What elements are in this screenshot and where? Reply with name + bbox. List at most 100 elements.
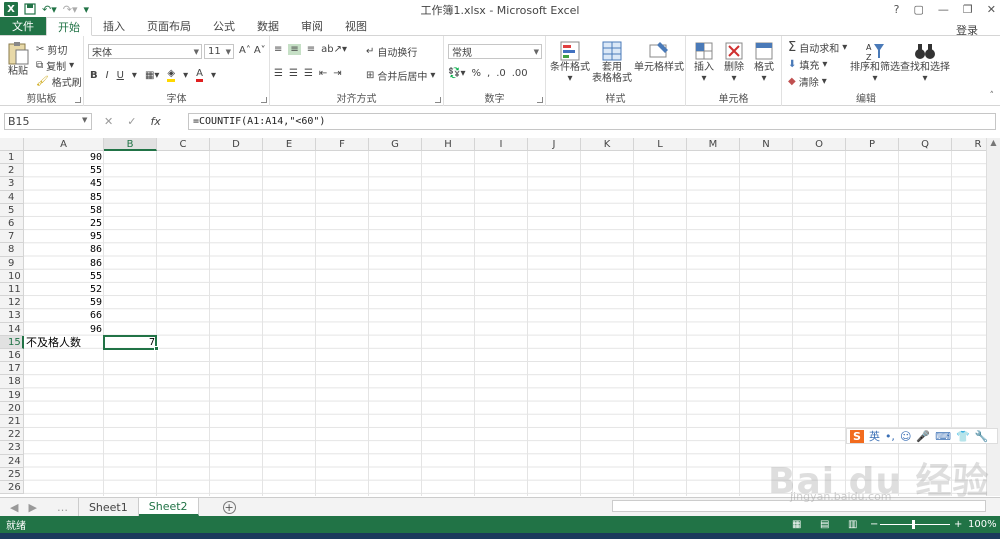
next-sheet-icon[interactable]: ▶	[28, 501, 46, 514]
keyboard-icon[interactable]: ⌨	[935, 430, 951, 443]
row-header-3[interactable]: 3	[0, 177, 24, 191]
align-right-icon[interactable]: ☰	[304, 68, 313, 79]
increase-indent-icon[interactable]: ⇥	[333, 68, 341, 79]
cut-button[interactable]: ✂ 剪切	[36, 42, 67, 57]
ime-language-toggle[interactable]: 英	[869, 428, 880, 444]
column-header-d[interactable]: D	[210, 138, 263, 151]
cell-a1[interactable]: 90	[24, 151, 104, 164]
border-icon[interactable]: ▦▾	[145, 70, 159, 81]
redo-icon[interactable]: ↷▾	[63, 3, 78, 16]
number-format-select[interactable]: 常规 ▼	[448, 44, 542, 59]
font-launcher[interactable]	[261, 97, 267, 103]
row-header-13[interactable]: 13	[0, 309, 24, 323]
row-header-21[interactable]: 21	[0, 415, 24, 429]
row-header-17[interactable]: 17	[0, 362, 24, 376]
sort-filter-button[interactable]: AZ 排序和筛选 ▾	[850, 40, 900, 84]
emoji-icon[interactable]: ☺	[900, 430, 911, 443]
format-as-table-button[interactable]: 套用 表格格式	[590, 40, 634, 84]
column-header-h[interactable]: H	[422, 138, 475, 151]
select-all-corner[interactable]	[0, 138, 24, 151]
cell-a3[interactable]: 45	[24, 177, 104, 190]
column-header-a[interactable]: A	[24, 138, 104, 151]
cell-area[interactable]: 90 55 45 85 58 25 95 86 86 55 52 59 66 96 不及格人数 7	[24, 151, 986, 496]
customize-qat-icon[interactable]: ▾	[84, 3, 90, 16]
column-header-i[interactable]: I	[475, 138, 528, 151]
insert-cells-button[interactable]: 插入 ▾	[690, 40, 718, 84]
prev-sheet-icon[interactable]: ◀	[0, 501, 28, 514]
bold-button[interactable]: B	[90, 70, 98, 81]
cell-a2[interactable]: 55	[24, 164, 104, 177]
row-header-11[interactable]: 11	[0, 283, 24, 297]
cell-a9[interactable]: 86	[24, 257, 104, 270]
decrease-indent-icon[interactable]: ⇤	[319, 68, 327, 79]
autosum-button[interactable]: Σ 自动求和 ▾	[788, 40, 847, 55]
conditional-format-button[interactable]: 条件格式 ▾	[548, 40, 592, 84]
save-icon[interactable]	[24, 3, 36, 15]
punctuation-icon[interactable]: •,	[885, 430, 895, 443]
mic-icon[interactable]: 🎤	[916, 430, 930, 443]
skin-icon[interactable]: 👕	[956, 430, 970, 443]
row-header-18[interactable]: 18	[0, 375, 24, 389]
name-box[interactable]: B15	[4, 113, 92, 130]
tab-page-layout[interactable]: 页面布局	[136, 17, 202, 35]
tools-icon[interactable]: 🔧	[975, 430, 989, 443]
tab-view[interactable]: 视图	[334, 17, 378, 35]
align-bottom-icon[interactable]: ≡	[307, 44, 315, 55]
cell-styles-button[interactable]: 单元格样式	[634, 40, 684, 73]
sheet-tab-sheet2[interactable]: Sheet2	[138, 498, 199, 516]
column-header-c[interactable]: C	[157, 138, 210, 151]
column-header-o[interactable]: O	[793, 138, 846, 151]
increase-decimal-icon[interactable]: .0	[496, 68, 506, 79]
formula-input[interactable]: =COUNTIF(A1:A14,"<60")	[188, 113, 996, 130]
zoom-slider[interactable]	[880, 524, 950, 525]
row-header-14[interactable]: 14	[0, 322, 24, 336]
merge-center-button[interactable]: ⊞ 合并后居中 ▾	[366, 68, 435, 83]
close-button[interactable]: ✕	[987, 3, 996, 16]
worksheet-grid[interactable]: ABCDEFGHIJKLMNOPQR 1 2 3 4 5 6 7 8 9 10 11 12 13 14 15…	[0, 138, 986, 496]
column-header-m[interactable]: M	[687, 138, 740, 151]
collapse-ribbon-icon[interactable]: ˄	[990, 91, 995, 101]
underline-button[interactable]: U	[117, 70, 124, 81]
sheet-tab-sheet1[interactable]: Sheet1	[77, 498, 139, 516]
column-header-g[interactable]: G	[369, 138, 422, 151]
row-header-23[interactable]: 23	[0, 441, 24, 455]
tab-review[interactable]: 审阅	[290, 17, 334, 35]
column-header-e[interactable]: E	[263, 138, 316, 151]
row-header-19[interactable]: 19	[0, 388, 24, 402]
cell-a14[interactable]: 96	[24, 323, 104, 336]
sogou-logo-icon[interactable]: S	[850, 429, 864, 443]
column-header-k[interactable]: K	[581, 138, 634, 151]
tab-data[interactable]: 数据	[246, 17, 290, 35]
accounting-icon[interactable]: 💱▾	[448, 68, 465, 79]
row-header-16[interactable]: 16	[0, 349, 24, 363]
comma-button[interactable]: ,	[487, 68, 490, 79]
column-header-p[interactable]: P	[846, 138, 899, 151]
percent-button[interactable]: %	[471, 68, 481, 79]
orientation-icon[interactable]: ab↗▾	[321, 44, 347, 55]
row-header-15[interactable]: 15	[0, 335, 24, 349]
cell-a4[interactable]: 85	[24, 191, 104, 204]
cell-a8[interactable]: 86	[24, 243, 104, 256]
page-layout-view-icon[interactable]: ▤	[820, 519, 829, 530]
column-header-q[interactable]: Q	[899, 138, 952, 151]
column-header-b[interactable]: B	[104, 138, 157, 151]
align-top-icon[interactable]: ≡	[274, 44, 282, 55]
font-color-icon[interactable]: A	[196, 68, 203, 82]
page-break-view-icon[interactable]: ▥	[848, 519, 857, 530]
cell-a15[interactable]: 不及格人数	[24, 336, 104, 349]
decrease-decimal-icon[interactable]: .00	[512, 68, 528, 79]
zoom-slider-thumb[interactable]	[912, 520, 915, 529]
row-header-26[interactable]: 26	[0, 481, 24, 495]
underline-dropdown-icon[interactable]: ▾	[132, 70, 137, 81]
more-sheets-icon[interactable]: …	[47, 501, 78, 514]
row-header-2[interactable]: 2	[0, 164, 24, 178]
row-header-20[interactable]: 20	[0, 401, 24, 415]
tab-insert[interactable]: 插入	[92, 17, 136, 35]
cancel-icon[interactable]: ✕	[104, 115, 113, 128]
scroll-up-icon[interactable]: ▲	[987, 138, 1000, 147]
tab-home[interactable]: 开始	[46, 17, 92, 36]
cell-a5[interactable]: 58	[24, 204, 104, 217]
cell-a10[interactable]: 55	[24, 270, 104, 283]
format-painter-button[interactable]: 🖌 格式刷	[36, 74, 82, 89]
ribbon-display-button[interactable]: ▢	[914, 3, 924, 16]
